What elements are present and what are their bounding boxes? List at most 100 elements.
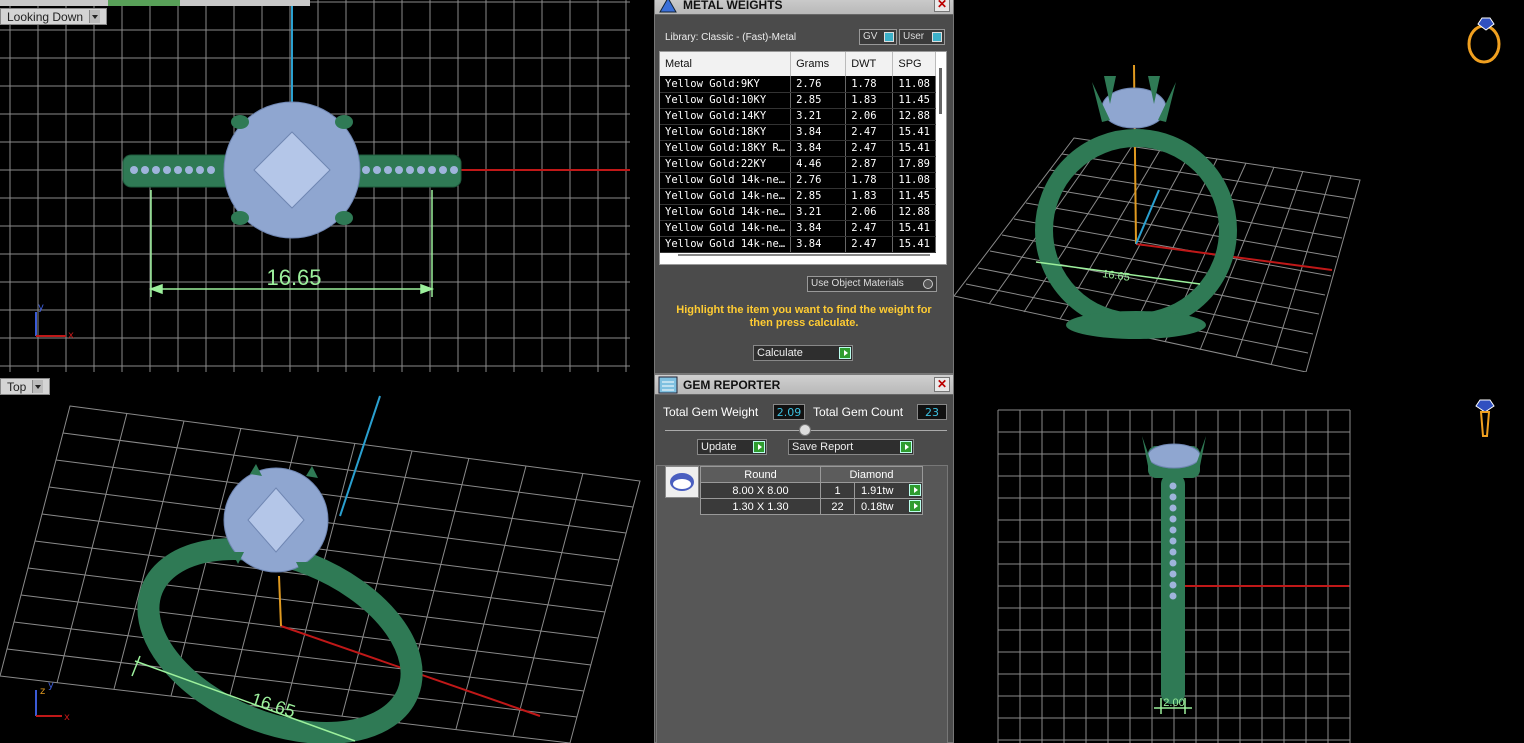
grams-value: 2.85 — [790, 92, 847, 109]
metal-table: Metal Grams DWT SPG Yellow Gold:9KY 2.76 1… — [660, 52, 936, 253]
viewport-top[interactable]: 16.65 z y x Top — [0, 376, 654, 743]
spg-value: 15.41 — [892, 220, 936, 237]
gem-table: Round Diamond 8.00 X 8.00 1 1.91tw 1.30 … — [700, 466, 923, 515]
save-report-button[interactable]: Save Report — [788, 439, 914, 455]
viewport-perspective[interactable]: 16.65 — [954, 0, 1524, 372]
view-dropdown-looking-down[interactable]: Looking Down — [0, 8, 108, 25]
viewport-looking-down[interactable]: 16.65 y x Looking Down — [0, 0, 630, 372]
total-gem-count-label: Total Gem Count — [813, 405, 904, 419]
splitter-handle[interactable] — [799, 424, 811, 436]
spg-value: 12.88 — [892, 204, 936, 221]
metal-name: Yellow Gold:18KY — [660, 124, 792, 141]
gem-thumbnail[interactable] — [665, 466, 699, 498]
table-scrollbar[interactable] — [939, 68, 942, 114]
view-label: Looking Down — [7, 10, 84, 24]
dwt-value: 2.47 — [845, 140, 894, 157]
gem-weight: 1.91tw — [861, 484, 894, 497]
calculate-button[interactable]: Calculate — [753, 345, 853, 361]
grams-value: 4.46 — [790, 156, 847, 173]
row-detail-button[interactable] — [906, 483, 922, 499]
metal-name: Yellow Gold:18KY R… — [660, 140, 792, 157]
close-icon[interactable]: ✕ — [934, 377, 950, 392]
table-row[interactable]: Yellow Gold:18KY R… 3.84 2.47 15.41 — [660, 140, 936, 157]
metal-name: Yellow Gold 14k-ne… — [660, 204, 792, 221]
spg-value: 11.45 — [892, 188, 936, 205]
table-row[interactable]: Yellow Gold:18KY 3.84 2.47 15.41 — [660, 124, 936, 141]
table-row[interactable]: Yellow Gold 14k-ne… 3.21 2.06 12.88 — [660, 204, 936, 221]
spg-value: 17.89 — [892, 156, 936, 173]
save-report-label: Save Report — [792, 441, 854, 453]
gv-toggle[interactable]: GV — [859, 29, 897, 45]
grid-perspective-top: 16.65 z y x — [0, 395, 641, 743]
grams-value: 3.84 — [790, 220, 847, 237]
grams-value: 3.84 — [790, 236, 847, 253]
dwt-value: 2.06 — [845, 204, 894, 221]
spg-value: 12.88 — [892, 108, 936, 125]
viewport-side[interactable]: 2.00 — [954, 376, 1524, 743]
dwt-value: 2.47 — [845, 220, 894, 237]
row-detail-button[interactable] — [906, 499, 922, 515]
use-object-materials-toggle[interactable]: Use Object Materials — [807, 276, 937, 292]
table-row[interactable]: Yellow Gold 14k-ne… 2.76 1.78 11.08 — [660, 172, 936, 189]
metal-name: Yellow Gold 14k-ne… — [660, 172, 792, 189]
panel-title-bar[interactable]: METAL WEIGHTS ✕ — [655, 0, 953, 15]
metal-name: Yellow Gold 14k-ne… — [660, 220, 792, 237]
panel-title: GEM REPORTER — [683, 378, 781, 392]
update-label: Update — [701, 441, 737, 453]
col-spg[interactable]: SPG — [892, 52, 936, 76]
play-arrow-icon — [909, 500, 921, 512]
svg-text:x: x — [68, 330, 74, 341]
col-dwt[interactable]: DWT — [845, 52, 894, 76]
metal-name: Yellow Gold:10KY — [660, 92, 792, 109]
view-dropdown-top[interactable]: Top — [0, 378, 51, 395]
calculate-label: Calculate — [757, 347, 803, 359]
dwt-value: 1.78 — [845, 172, 894, 189]
grams-value: 3.21 — [790, 204, 847, 221]
table-row[interactable]: Yellow Gold 14k-ne… 3.84 2.47 15.41 — [660, 236, 936, 253]
table-row[interactable]: Yellow Gold:14KY 3.21 2.06 12.88 — [660, 108, 936, 125]
dwt-value: 2.47 — [845, 124, 894, 141]
metal-name: Yellow Gold:9KY — [660, 76, 792, 93]
dwt-value: 2.87 — [845, 156, 894, 173]
user-toggle-label: User — [903, 31, 925, 42]
table-row[interactable]: 8.00 X 8.00 1 1.91tw — [700, 482, 923, 499]
type-header: Diamond — [820, 466, 923, 483]
metal-table-header: Metal Grams DWT SPG — [660, 52, 936, 76]
spg-value: 11.08 — [892, 172, 936, 189]
table-row[interactable]: Yellow Gold:9KY 2.76 1.78 11.08 — [660, 76, 936, 93]
dwt-value: 2.06 — [845, 108, 894, 125]
chevron-down-icon — [89, 10, 101, 24]
update-button[interactable]: Update — [697, 439, 767, 455]
toggle-knob — [884, 32, 894, 42]
spg-value: 15.41 — [892, 140, 936, 157]
view-label: Top — [7, 380, 27, 394]
gem-reporter-panel: GEM REPORTER ✕ Total Gem Weight 2.09 Tot… — [654, 374, 954, 743]
metal-name: Yellow Gold:14KY — [660, 108, 792, 125]
gem-count: 22 — [820, 498, 855, 515]
metal-name: Yellow Gold:22KY — [660, 156, 792, 173]
panel-title-bar[interactable]: GEM REPORTER ✕ — [655, 375, 953, 395]
table-row[interactable]: Yellow Gold:22KY 4.46 2.87 17.89 — [660, 156, 936, 173]
table-row[interactable]: 1.30 X 1.30 22 0.18tw — [700, 498, 923, 515]
tab-active[interactable] — [108, 0, 180, 6]
grams-value: 3.21 — [790, 108, 847, 125]
grid-side: 2.00 — [997, 399, 1495, 743]
user-toggle[interactable]: User — [899, 29, 945, 45]
col-grams[interactable]: Grams — [790, 52, 847, 76]
grams-value: 2.85 — [790, 188, 847, 205]
tab-strip — [0, 0, 310, 6]
grams-value: 3.84 — [790, 140, 847, 157]
col-metal[interactable]: Metal — [660, 52, 792, 76]
close-icon[interactable]: ✕ — [934, 0, 950, 12]
total-gem-weight-value: 2.09 — [773, 404, 805, 420]
grid-perspective: 16.65 — [954, 17, 1501, 372]
ring-side-icon — [1475, 399, 1495, 437]
table-row[interactable]: Yellow Gold 14k-ne… 3.84 2.47 15.41 — [660, 220, 936, 237]
table-row[interactable]: Yellow Gold:10KY 2.85 1.83 11.45 — [660, 92, 936, 109]
grams-value: 3.84 — [790, 124, 847, 141]
table-row[interactable]: Yellow Gold 14k-ne… 2.85 1.83 11.45 — [660, 188, 936, 205]
metal-weights-panel: METAL WEIGHTS ✕ Library: Classic - (Fast… — [654, 0, 954, 374]
table-hscrollbar[interactable] — [678, 254, 930, 256]
library-label: Library: Classic - (Fast)-Metal — [665, 32, 797, 43]
play-arrow-icon — [839, 347, 851, 359]
